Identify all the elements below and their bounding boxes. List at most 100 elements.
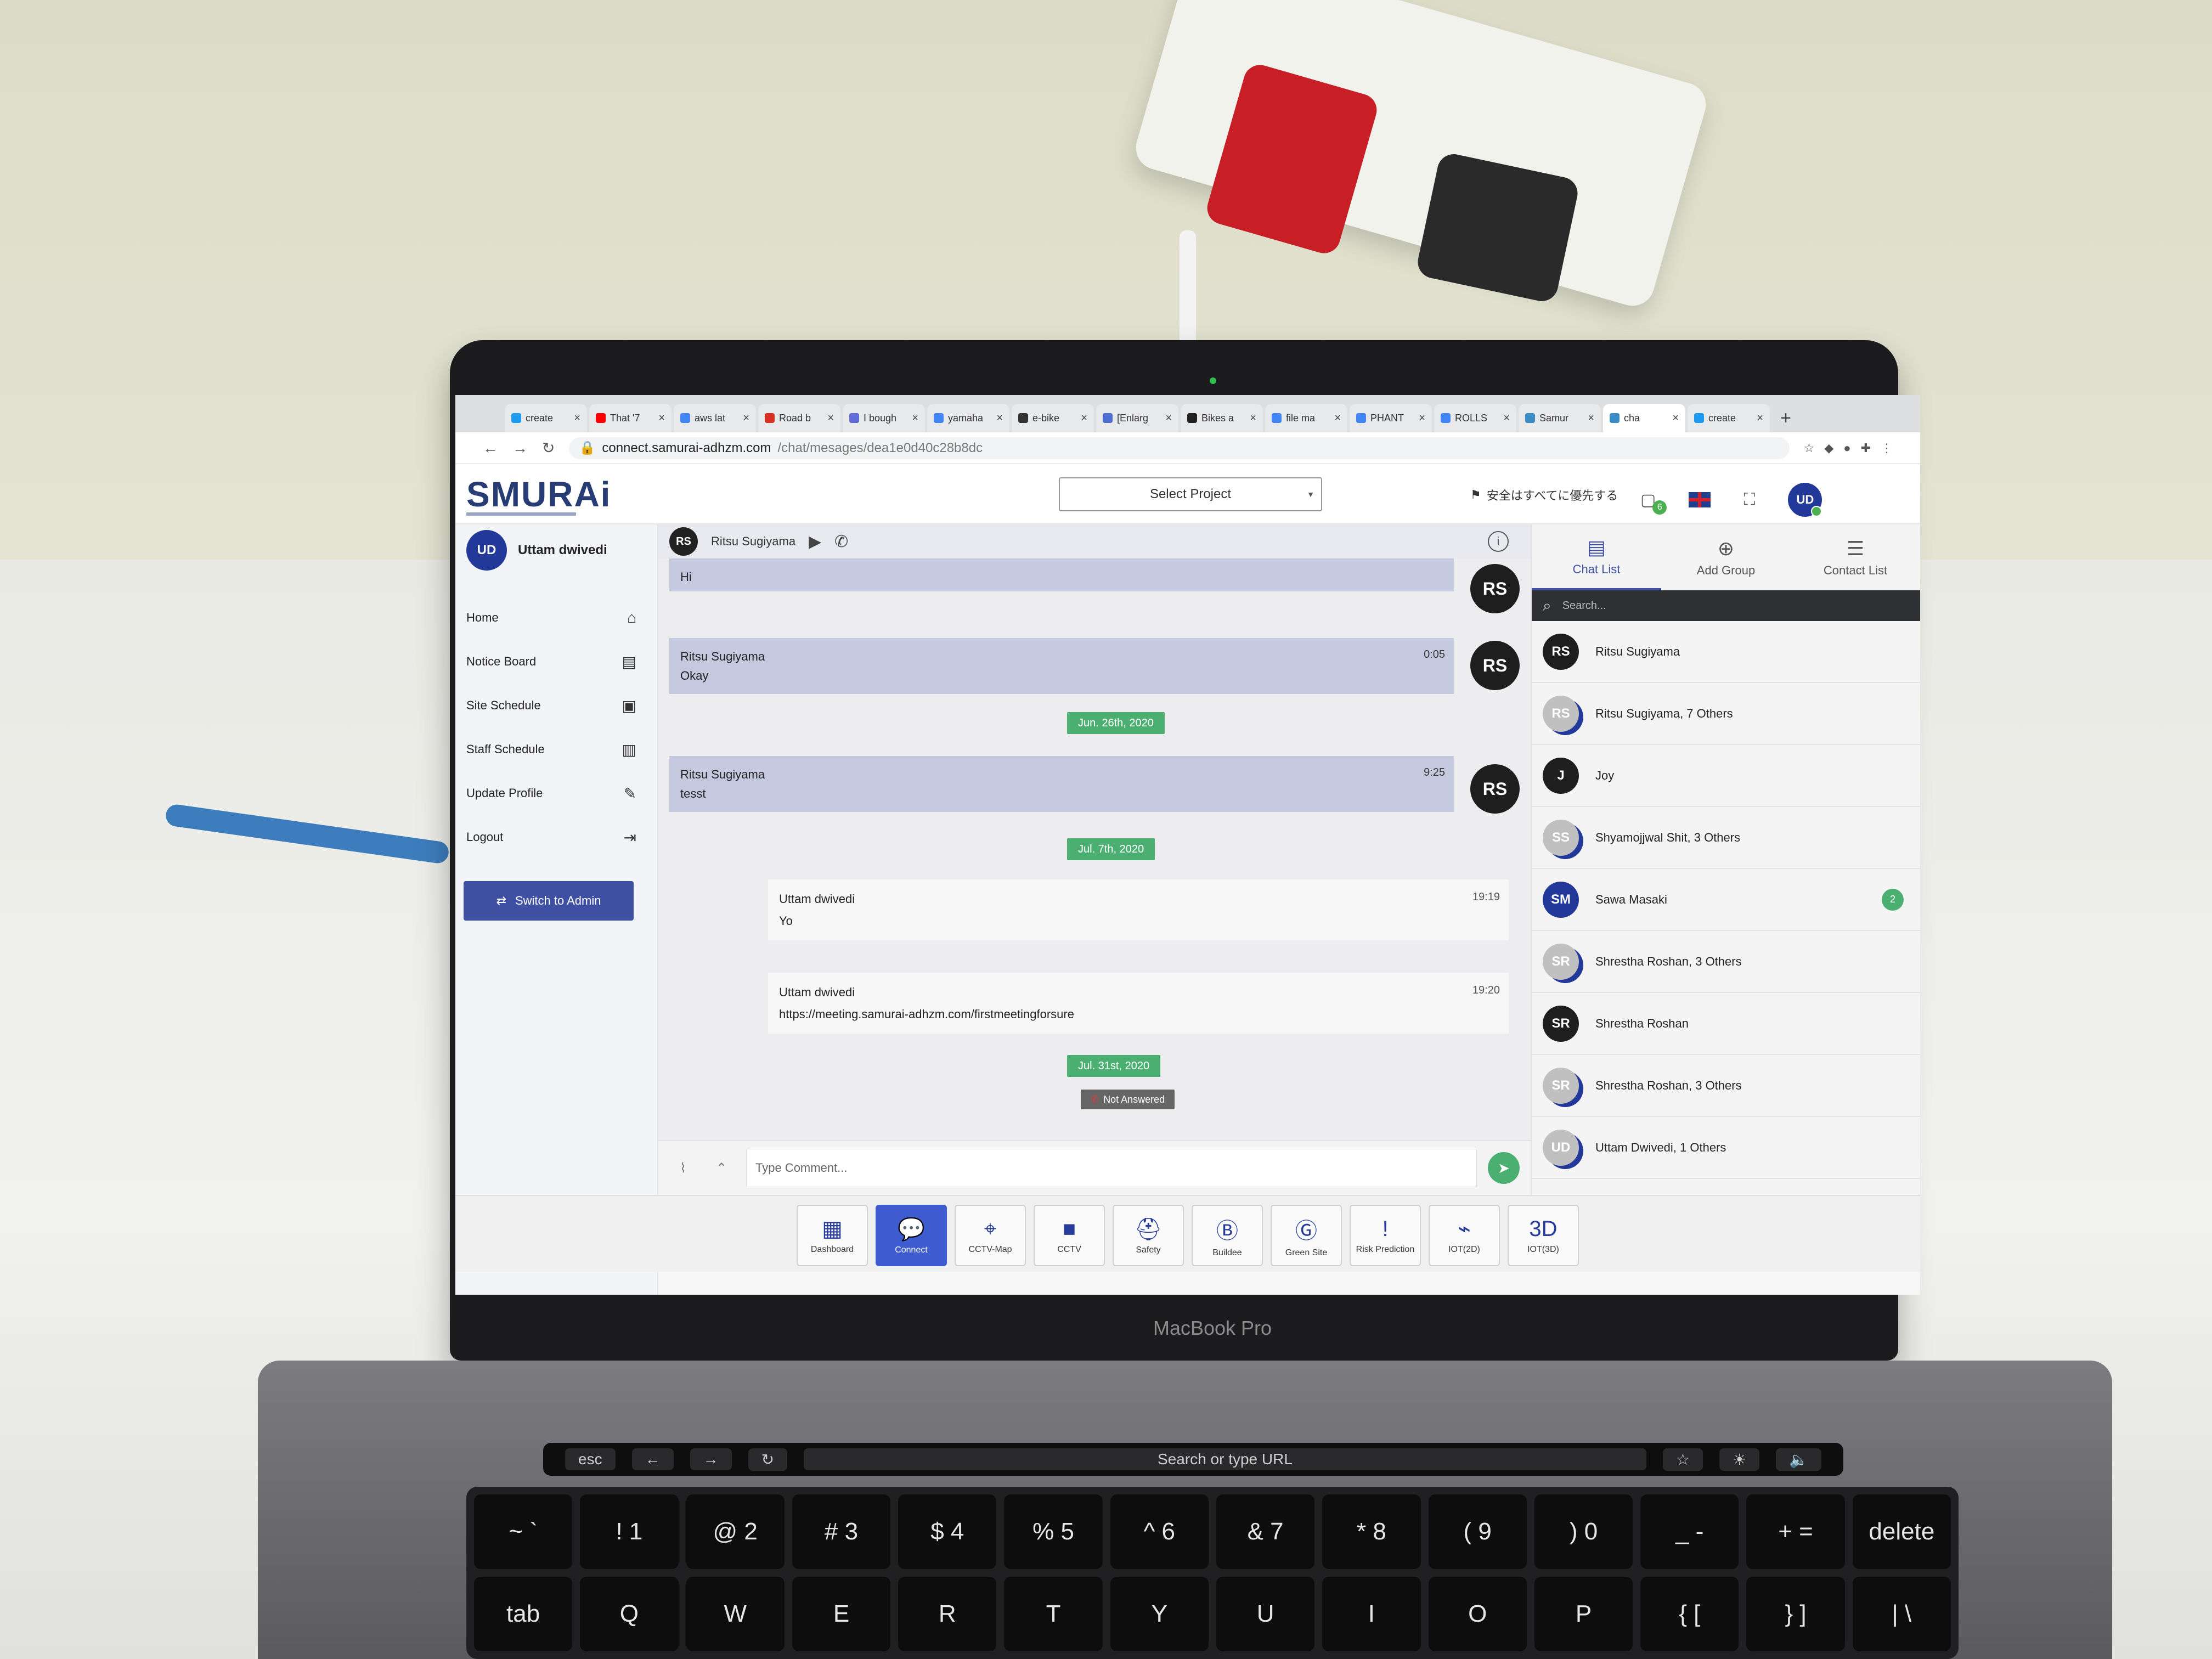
search-input[interactable]: Search...	[1562, 600, 1606, 612]
browser-tab[interactable]: Bikes a ×	[1181, 404, 1263, 432]
keyboard-key[interactable]: | \	[1852, 1577, 1951, 1651]
close-icon[interactable]: ×	[658, 412, 665, 425]
close-icon[interactable]: ×	[1165, 412, 1172, 425]
video-call-icon[interactable]: ▶	[809, 532, 821, 551]
close-icon[interactable]: ×	[1757, 412, 1763, 425]
chat-notification-icon[interactable]: ▢ 6	[1640, 490, 1667, 515]
keyboard-key[interactable]: # 3	[792, 1494, 891, 1569]
close-icon[interactable]: ×	[1334, 412, 1341, 425]
sidebar-item-staff-schedule[interactable]: Staff Schedule ▥	[455, 727, 658, 771]
browser-tab[interactable]: cha ×	[1603, 404, 1685, 432]
keyboard-key[interactable]: & 7	[1216, 1494, 1315, 1569]
close-icon[interactable]: ×	[1503, 412, 1510, 425]
app-tile-dashboard[interactable]: ▦ Dashboard	[797, 1205, 868, 1266]
keyboard-key[interactable]: ( 9	[1428, 1494, 1527, 1569]
extension-icon[interactable]: ●	[1843, 441, 1850, 455]
app-tile-risk-prediction[interactable]: ! Risk Prediction	[1350, 1205, 1421, 1266]
send-button[interactable]: ➤	[1488, 1152, 1520, 1184]
sidebar-item-logout[interactable]: Logout ⇥	[455, 815, 658, 859]
forward-key[interactable]: →	[690, 1448, 732, 1470]
keyboard-key[interactable]: } ]	[1746, 1577, 1845, 1651]
list-item[interactable]: UD Uttam Dwivedi, 1 Others	[1532, 1117, 1920, 1179]
back-icon[interactable]: ←	[483, 439, 498, 457]
list-item[interactable]: SR Shrestha Roshan, 3 Others	[1532, 1055, 1920, 1117]
close-icon[interactable]: ×	[996, 412, 1003, 425]
keyboard-key[interactable]: ~ `	[474, 1494, 573, 1569]
close-icon[interactable]: ×	[1588, 412, 1594, 425]
keyboard-key[interactable]: * 8	[1322, 1494, 1421, 1569]
comment-input[interactable]: Type Comment...	[746, 1149, 1477, 1187]
app-tile-cctv[interactable]: ■ CCTV	[1034, 1205, 1105, 1266]
header-avatar[interactable]: UD	[1788, 483, 1822, 517]
keyboard-key[interactable]: Q	[580, 1577, 679, 1651]
extension-icon[interactable]: ◆	[1824, 441, 1833, 455]
list-item[interactable]: SR Shrestha Roshan	[1532, 993, 1920, 1055]
list-item[interactable]: RS Ritsu Sugiyama	[1532, 621, 1920, 683]
sidebar-item-home[interactable]: Home ⌂	[455, 596, 658, 640]
new-tab-button[interactable]: +	[1772, 404, 1799, 432]
browser-tab[interactable]: create ×	[1688, 404, 1770, 432]
chat-search[interactable]: ⌕ Search...	[1532, 590, 1920, 621]
keyboard-key[interactable]: % 5	[1004, 1494, 1103, 1569]
browser-tab[interactable]: That '7 ×	[589, 404, 672, 432]
browser-tab[interactable]: Road b ×	[758, 404, 840, 432]
select-project-dropdown[interactable]: Select Project ▼	[1059, 477, 1322, 511]
keyboard-key[interactable]: O	[1428, 1577, 1527, 1651]
keyboard-key[interactable]: delete	[1852, 1494, 1951, 1569]
app-tile-connect[interactable]: 💬 Connect	[876, 1205, 947, 1266]
keyboard-key[interactable]: P	[1534, 1577, 1633, 1651]
info-icon[interactable]: i	[1488, 531, 1509, 552]
keyboard-key[interactable]: T	[1004, 1577, 1103, 1651]
browser-tab[interactable]: create ×	[505, 404, 587, 432]
list-item[interactable]: J Joy	[1532, 745, 1920, 807]
browser-tab[interactable]: I bough ×	[843, 404, 925, 432]
keyboard-key[interactable]: @ 2	[686, 1494, 785, 1569]
keyboard-key[interactable]: E	[792, 1577, 891, 1651]
list-item[interactable]: SR Shrestha Roshan, 3 Others	[1532, 931, 1920, 993]
browser-tab[interactable]: yamaha ×	[927, 404, 1009, 432]
keyboard-key[interactable]: I	[1322, 1577, 1421, 1651]
app-tile-iot-2d[interactable]: ⌁ IOT(2D)	[1429, 1205, 1500, 1266]
volume-key[interactable]: 🔈	[1776, 1448, 1821, 1471]
close-icon[interactable]: ×	[912, 412, 918, 425]
list-item[interactable]: SM Sawa Masaki 2	[1532, 869, 1920, 931]
keyboard-key[interactable]: { [	[1640, 1577, 1739, 1651]
close-icon[interactable]: ×	[1081, 412, 1087, 425]
menu-dots-icon[interactable]: ⋮	[1881, 441, 1893, 455]
tab-add-group[interactable]: ⊕ Add Group	[1661, 524, 1791, 590]
message-link[interactable]: https://meeting.samurai-adhzm.com/firstm…	[779, 1003, 1498, 1025]
app-tile-cctv-map[interactable]: ⌖ CCTV-Map	[955, 1205, 1026, 1266]
keyboard-key[interactable]: _ -	[1640, 1494, 1739, 1569]
back-key[interactable]: ←	[631, 1448, 674, 1470]
tab-chat-list[interactable]: ▤ Chat List	[1532, 524, 1661, 590]
keyboard-key[interactable]: ^ 6	[1110, 1494, 1209, 1569]
app-tile-green-site[interactable]: Ⓖ Green Site	[1271, 1205, 1342, 1266]
app-tile-iot-3d[interactable]: 3D IOT(3D)	[1508, 1205, 1579, 1266]
keyboard-key[interactable]: U	[1216, 1577, 1315, 1651]
bookmark-key[interactable]: ☆	[1662, 1448, 1703, 1471]
tab-contact-list[interactable]: ☰ Contact List	[1791, 524, 1920, 590]
close-icon[interactable]: ×	[574, 412, 580, 425]
browser-tab[interactable]: PHANT ×	[1350, 404, 1432, 432]
browser-tab[interactable]: Samur ×	[1519, 404, 1601, 432]
keyboard-key[interactable]: $ 4	[898, 1494, 997, 1569]
browser-tab[interactable]: aws lat ×	[674, 404, 756, 432]
browser-tab[interactable]: ROLLS ×	[1434, 404, 1516, 432]
keyboard-key[interactable]: W	[686, 1577, 785, 1651]
list-item[interactable]: SS Shyamojjwal Shit, 3 Others	[1532, 807, 1920, 869]
star-icon[interactable]: ☆	[1804, 441, 1815, 455]
chevron-up-icon[interactable]: ⌃	[708, 1160, 735, 1176]
forward-icon[interactable]: →	[512, 439, 528, 457]
reload-key[interactable]: ↻	[748, 1448, 788, 1471]
switch-to-admin-button[interactable]: ⇄ Switch to Admin	[464, 881, 634, 921]
browser-tab[interactable]: file ma ×	[1265, 404, 1347, 432]
samurai-logo[interactable]: SMURAi	[466, 474, 611, 515]
esc-key[interactable]: esc	[565, 1448, 616, 1470]
app-tile-safety[interactable]: ⛑ Safety	[1113, 1205, 1184, 1266]
close-icon[interactable]: ×	[827, 412, 834, 425]
list-item[interactable]: RS Ritsu Sugiyama, 7 Others	[1532, 683, 1920, 745]
close-icon[interactable]: ×	[743, 412, 749, 425]
url-field[interactable]: 🔒 connect.samurai-adhzm.com/chat/mesages…	[569, 437, 1790, 459]
keyboard-key[interactable]: Y	[1110, 1577, 1209, 1651]
browser-tab[interactable]: [Enlarg ×	[1096, 404, 1178, 432]
